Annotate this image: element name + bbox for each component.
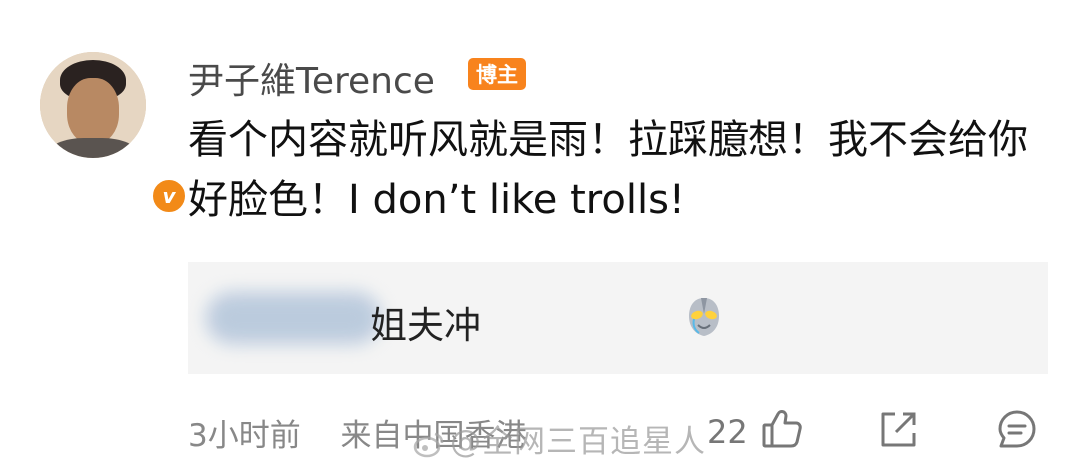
blogger-badge: 博主 [468, 58, 526, 90]
quoted-text: 姐夫冲 [370, 304, 481, 347]
watermark: @全网三百追星人 [412, 416, 706, 461]
username[interactable]: 尹子維Terence [188, 52, 435, 104]
quoted-comment[interactable]: 姐夫冲 [188, 262, 1048, 374]
weibo-logo [413, 432, 444, 457]
verified-icon: v [150, 177, 188, 215]
ultraman-emoji [689, 298, 719, 336]
like-icon[interactable] [759, 406, 805, 452]
like-count: 22 [707, 413, 748, 451]
share-icon[interactable] [876, 406, 922, 452]
blurred-username [206, 292, 381, 344]
watermark-text: @全网三百追星人 [450, 424, 706, 460]
comment-icon[interactable] [994, 406, 1040, 452]
avatar-image [40, 52, 146, 158]
avatar[interactable]: v [40, 52, 188, 215]
comment-text: 看个内容就听风就是雨！拉踩臆想！我不会给你好脸色！I don’t like tr… [188, 117, 1028, 223]
post-time: 3小时前 [188, 418, 301, 454]
